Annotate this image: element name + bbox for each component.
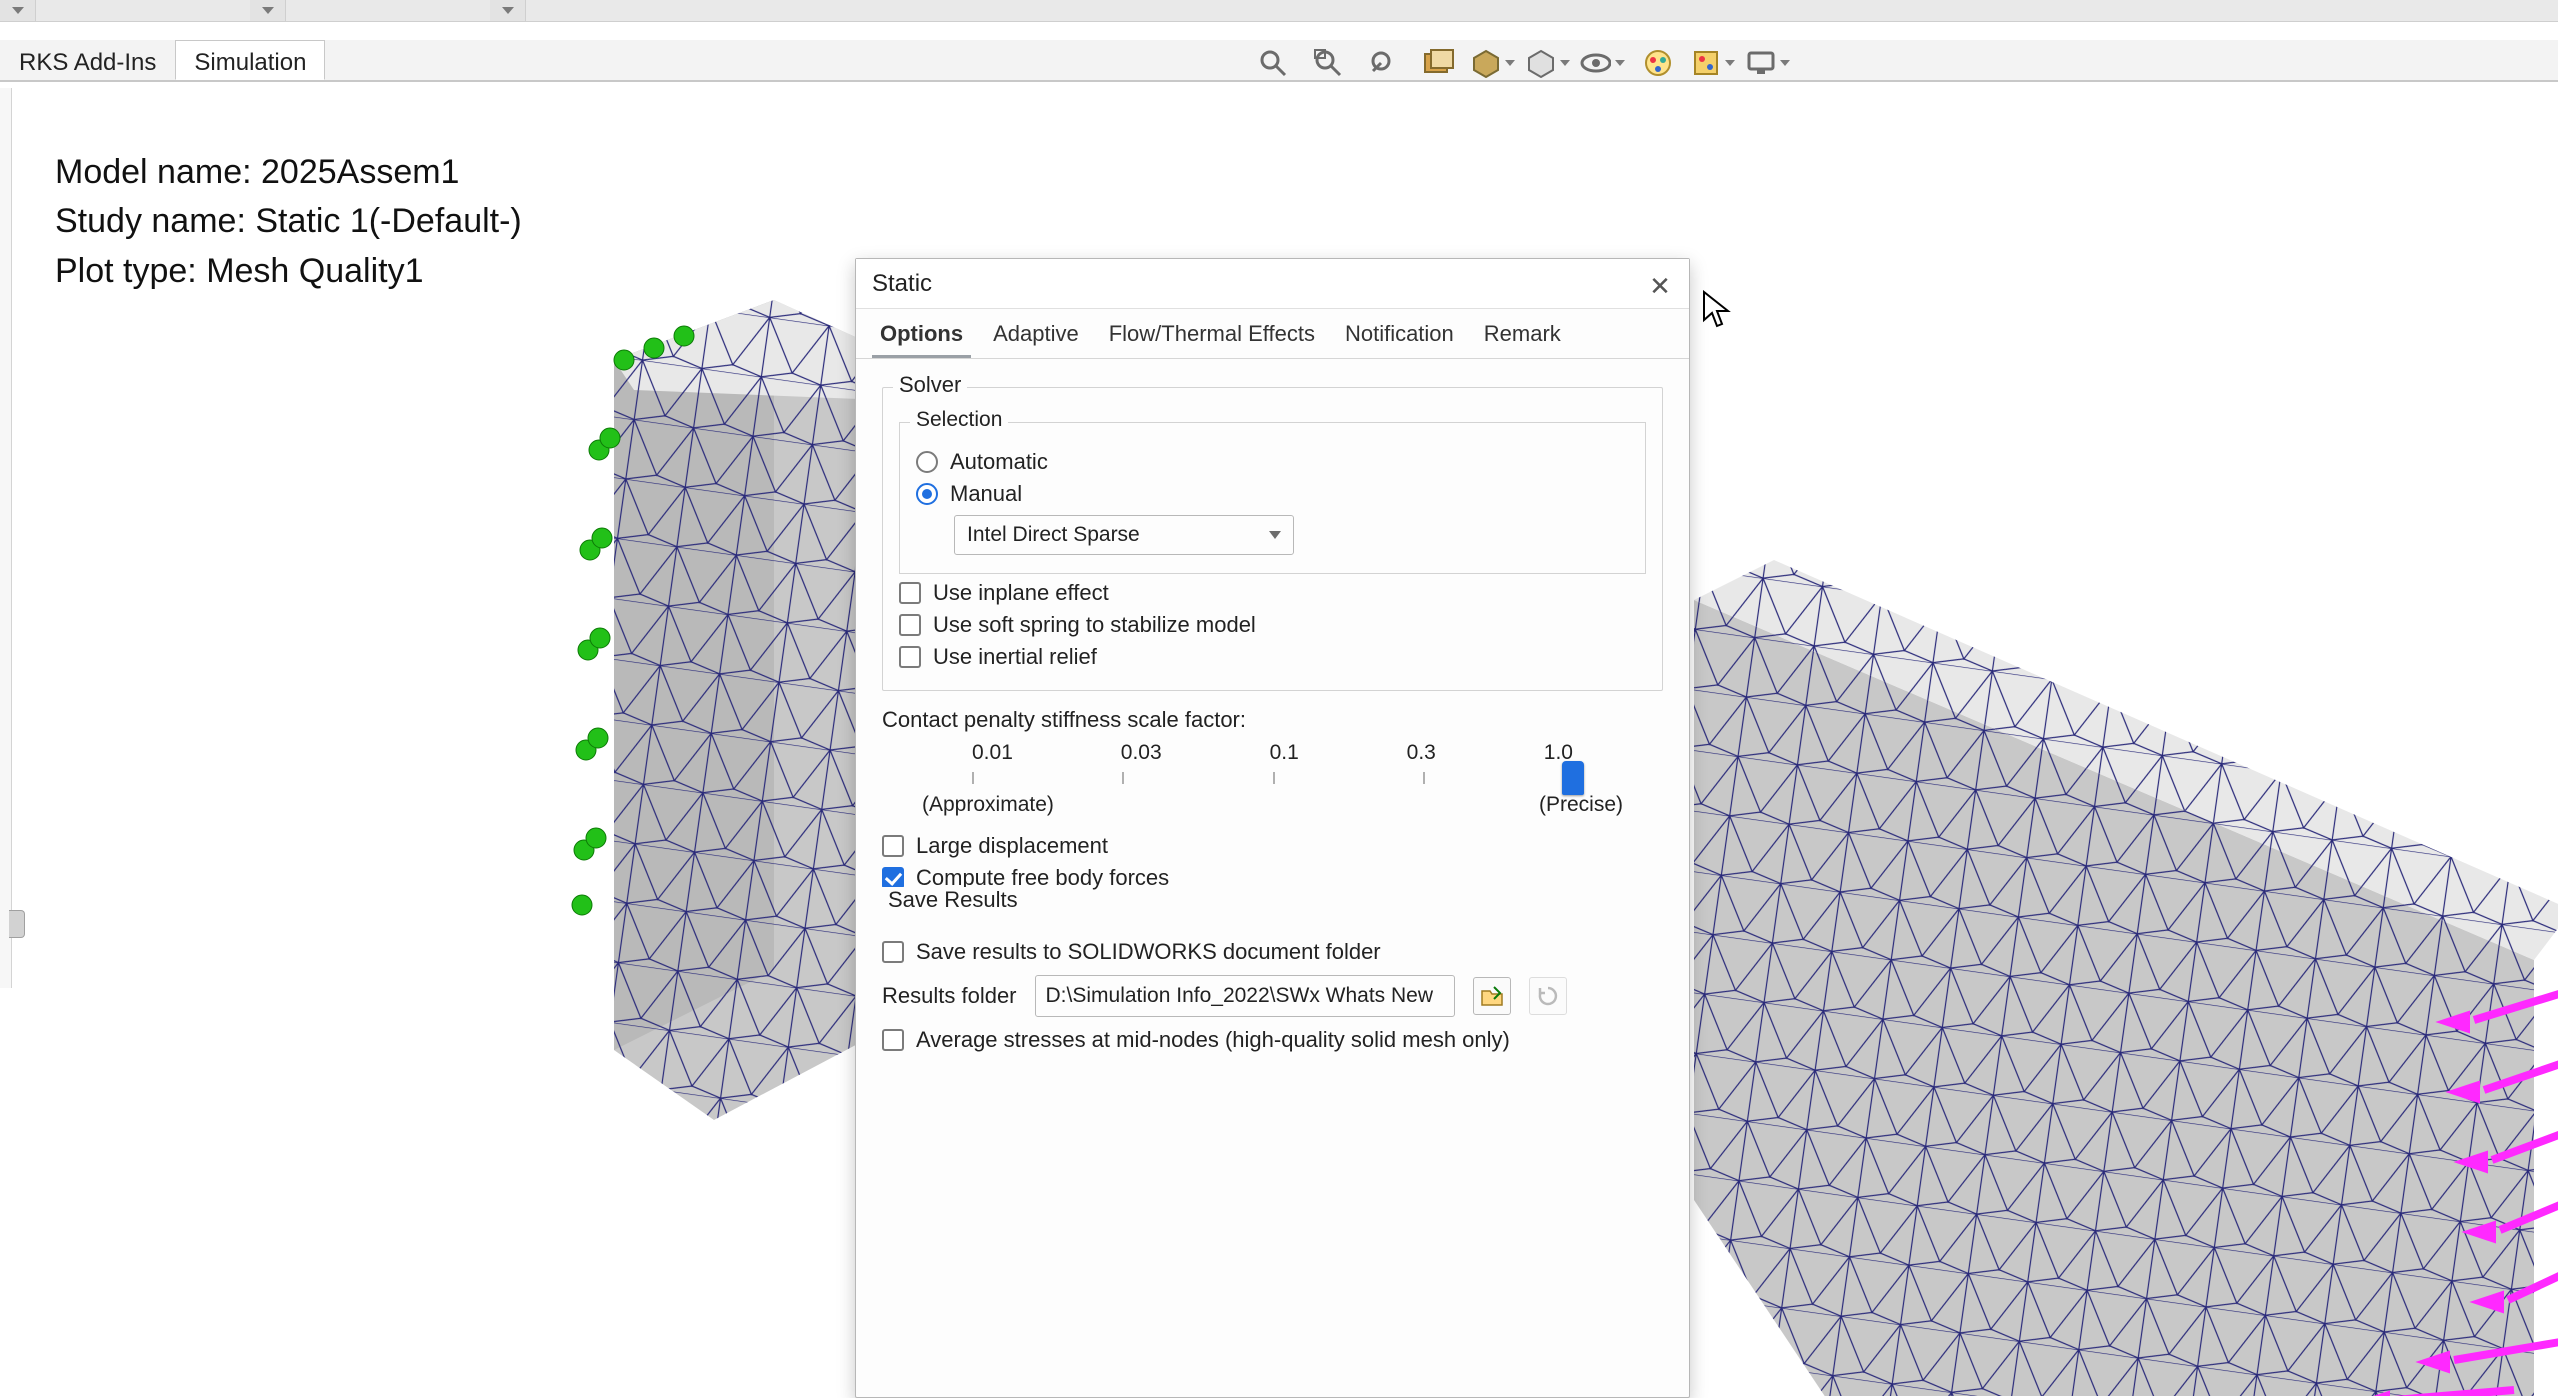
solver-manual-label: Manual: [950, 481, 1022, 507]
save-to-doc-folder-label: Save results to SOLIDWORKS document fold…: [916, 939, 1381, 965]
zoom-area-icon[interactable]: [1305, 40, 1350, 85]
tab-flow-thermal[interactable]: Flow/Thermal Effects: [1101, 313, 1323, 358]
use-soft-spring-checkbox[interactable]: [899, 614, 921, 636]
solver-type-value: Intel Direct Sparse: [967, 523, 1140, 547]
view-settings-dropdown[interactable]: [1745, 40, 1790, 85]
chevron-down-icon: [1269, 531, 1281, 539]
results-folder-input[interactable]: D:\Simulation Info_2022\SWx Whats New: [1035, 975, 1455, 1017]
average-stresses-checkbox[interactable]: [882, 1029, 904, 1051]
use-inplane-effect-checkbox[interactable]: [899, 582, 921, 604]
display-style-dropdown[interactable]: [1525, 40, 1570, 85]
use-soft-spring-label: Use soft spring to stabilize model: [933, 612, 1256, 638]
slider-left-caption: (Approximate): [922, 793, 1054, 817]
slider-tick-1: 0.01: [972, 741, 1013, 765]
solver-automatic-label: Automatic: [950, 449, 1048, 475]
refresh-folder-button[interactable]: [1529, 977, 1567, 1015]
solver-selection-group: Selection Automatic Manual Intel Direct …: [899, 422, 1646, 574]
dialog-tabstrip: Options Adaptive Flow/Thermal Effects No…: [856, 309, 1689, 359]
tab-options[interactable]: Options: [872, 313, 971, 358]
contact-penalty-slider-area: 0.01 0.03 0.1 0.3 1.0 (Approximate) (Pre…: [882, 741, 1663, 817]
section-view-icon[interactable]: [1415, 40, 1460, 85]
tab-adaptive[interactable]: Adaptive: [985, 313, 1087, 358]
view-orientation-dropdown[interactable]: [1470, 40, 1515, 85]
dialog-body: Solver Selection Automatic Manual Intel …: [856, 359, 1689, 1105]
feature-manager-collapsed[interactable]: [0, 88, 12, 988]
close-icon: ✕: [1649, 271, 1671, 302]
use-inertial-relief-checkbox[interactable]: [899, 646, 921, 668]
edit-appearance-dropdown[interactable]: [1690, 40, 1735, 85]
tab-remark[interactable]: Remark: [1476, 313, 1569, 358]
slider-tick-3: 0.1: [1270, 741, 1299, 765]
tab-notification[interactable]: Notification: [1337, 313, 1462, 358]
results-folder-label: Results folder: [882, 983, 1017, 1009]
dialog-title[interactable]: Static: [856, 259, 1689, 309]
large-displacement-label: Large displacement: [916, 833, 1108, 859]
solver-group-label: Solver: [893, 372, 967, 398]
quick-access-strip: [0, 0, 2558, 22]
contact-penalty-label: Contact penalty stiffness scale factor:: [882, 707, 1663, 733]
qat-dropdown-1[interactable]: [0, 0, 36, 21]
slider-tick-2: 0.03: [1121, 741, 1162, 765]
save-to-doc-folder-checkbox[interactable]: [882, 941, 904, 963]
browse-folder-button[interactable]: [1473, 977, 1511, 1015]
refresh-icon: [1537, 985, 1559, 1007]
use-inplane-effect-label: Use inplane effect: [933, 580, 1109, 606]
mouse-cursor-icon: [1700, 290, 1734, 330]
solver-manual-radio[interactable]: [916, 483, 938, 505]
appearances-icon[interactable]: [1635, 40, 1680, 85]
slider-right-caption: (Precise): [1539, 793, 1623, 817]
tab-simulation[interactable]: Simulation: [175, 40, 325, 80]
solver-automatic-radio[interactable]: [916, 451, 938, 473]
slider-thumb[interactable]: [1562, 761, 1584, 795]
previous-view-icon[interactable]: [1360, 40, 1405, 85]
folder-open-icon: [1480, 985, 1504, 1007]
zoom-to-fit-icon[interactable]: [1250, 40, 1295, 85]
save-results-label: Save Results: [882, 887, 1024, 913]
static-study-properties-dialog: Static ✕ Options Adaptive Flow/Thermal E…: [855, 258, 1690, 1398]
use-inertial-relief-label: Use inertial relief: [933, 644, 1097, 670]
contact-penalty-slider[interactable]: [972, 775, 1573, 781]
results-folder-value: D:\Simulation Info_2022\SWx Whats New: [1046, 984, 1434, 1008]
average-stresses-label: Average stresses at mid-nodes (high-qual…: [916, 1027, 1510, 1053]
large-displacement-checkbox[interactable]: [882, 835, 904, 857]
view-toolbar: [1250, 35, 1790, 90]
qat-dropdown-3[interactable]: [490, 0, 526, 21]
hide-show-items-dropdown[interactable]: [1580, 40, 1625, 85]
solver-group: Solver Selection Automatic Manual Intel …: [882, 387, 1663, 691]
solver-selection-label: Selection: [910, 408, 1008, 432]
qat-dropdown-2[interactable]: [250, 0, 286, 21]
tab-solidworks-addins[interactable]: RKS Add-Ins: [0, 40, 175, 80]
dialog-close-button[interactable]: ✕: [1643, 269, 1677, 303]
slider-tick-4: 0.3: [1407, 741, 1436, 765]
save-results-group: Save Results Save results to SOLIDWORKS …: [882, 903, 1663, 1073]
compute-free-body-forces-checkbox[interactable]: [882, 867, 904, 889]
solver-type-select[interactable]: Intel Direct Sparse: [954, 515, 1294, 555]
